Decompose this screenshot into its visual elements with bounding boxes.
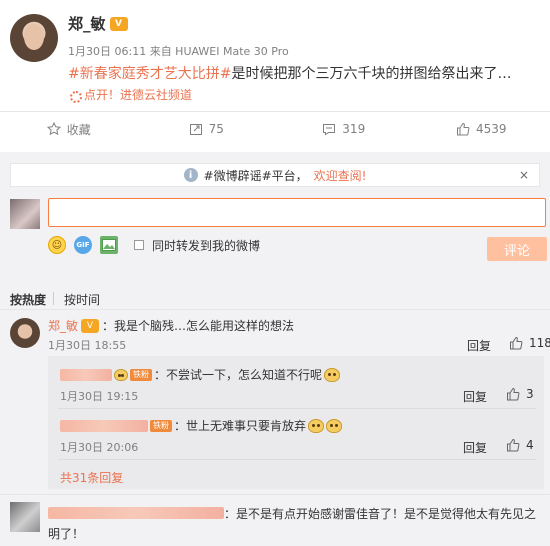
forward-checkbox[interactable]	[134, 240, 144, 250]
post-author-name[interactable]: 郑_敏	[68, 13, 106, 34]
notice-link[interactable]: 欢迎查阅!	[314, 167, 367, 184]
post-hashtag[interactable]: #新春家庭秀才艺大比拼#	[68, 66, 231, 82]
commenter-name[interactable]: 郑_敏	[48, 317, 78, 334]
vip-badge-icon: V	[81, 318, 100, 333]
forward-button[interactable]: 75	[138, 122, 276, 136]
current-user-avatar	[10, 199, 40, 229]
composer-toolbar: ☺ GIF 同时转发到我的微博	[48, 236, 260, 254]
commenter-avatar[interactable]	[10, 502, 40, 532]
post-meta: 1月30日 06:11 来自 HUAWEI Mate 30 Pro	[68, 45, 289, 58]
post-location-link[interactable]: 点开！进德云社频道	[68, 86, 192, 103]
sub-reply-line: 铁粉 ：世上无难事只要肯放弃	[60, 417, 343, 434]
close-icon[interactable]: ×	[519, 168, 529, 182]
post-body: #新春家庭秀才艺大比拼#是时候把那个三万六千块的拼图给祭出来了…	[68, 63, 511, 83]
favorite-label: 收藏	[66, 122, 91, 137]
divider	[58, 408, 536, 409]
sub-reply-author[interactable]	[60, 419, 148, 432]
fan-level-badge: 铁粉	[130, 368, 152, 381]
sub-reply-like-count: 4	[526, 438, 534, 452]
comment-input[interactable]	[49, 199, 545, 226]
forward-count: 75	[208, 122, 224, 136]
location-icon	[68, 89, 82, 103]
sort-separator	[53, 292, 54, 305]
forward-icon	[189, 124, 202, 135]
forward-checkbox-label[interactable]: 同时转发到我的微博	[152, 237, 260, 254]
thumbs-up-icon	[510, 336, 523, 350]
reply-button[interactable]: 回复	[467, 337, 491, 354]
gif-icon[interactable]: GIF	[74, 236, 92, 254]
divider	[58, 459, 536, 460]
tab-sort-time[interactable]: 按时间	[64, 291, 100, 308]
sub-reply-text: ：世上无难事只要肯放弃	[174, 419, 307, 433]
rumor-notice-bar: i #微博辟谣#平台， 欢迎查阅! ×	[10, 163, 540, 187]
emoji-icon[interactable]: ☺	[48, 236, 66, 254]
fan-level-badge: 铁粉	[150, 419, 172, 432]
sub-reply-author[interactable]	[60, 368, 112, 381]
comment-line: ：是不是有点开始感谢雷佳音了！是不是觉得他太有先见之明了！	[48, 504, 542, 544]
favorite-button[interactable]: 收藏	[0, 121, 138, 138]
info-icon: i	[183, 168, 198, 182]
thumbs-up-icon	[507, 387, 520, 401]
doge-emoji-icon	[308, 418, 325, 433]
divider	[0, 309, 550, 310]
crown-icon	[114, 368, 128, 381]
sub-reply-time: 1月30日 20:06	[60, 441, 139, 454]
post-author[interactable]: 郑_敏 V	[68, 13, 128, 34]
tab-sort-hot[interactable]: 按热度	[10, 291, 46, 308]
submit-comment-button[interactable]: 评论	[487, 237, 547, 261]
sub-reply-like-button[interactable]: 3	[506, 387, 534, 401]
image-icon[interactable]	[100, 236, 118, 254]
comment-text: ：我是个脑残…怎么能用这样的想法	[102, 319, 295, 333]
star-icon	[46, 122, 61, 136]
thumbs-up-icon	[507, 438, 520, 452]
sub-reply-text: ：不尝试一下，怎么知道不行呢	[154, 368, 323, 382]
notice-text: #微博辟谣#平台，	[203, 168, 308, 183]
thumbs-up-icon	[456, 122, 470, 136]
more-replies-link[interactable]: 共31条回复	[60, 469, 123, 486]
picture-glyph	[102, 239, 116, 251]
comment-count: 319	[342, 122, 366, 136]
post-action-bar: 收藏 75 319 4539	[0, 112, 550, 146]
like-button[interactable]: 4539	[413, 122, 550, 136]
post-text: 是时候把那个三万六千块的拼图给祭出来了…	[231, 66, 512, 82]
sub-reply-like-button[interactable]: 4	[506, 438, 534, 452]
reply-button[interactable]: 回复	[463, 439, 487, 456]
author-avatar[interactable]	[10, 14, 58, 62]
sub-reply-line: 铁粉 ：不尝试一下，怎么知道不行呢	[60, 366, 341, 383]
doge-emoji-icon	[324, 367, 341, 382]
comment-time: 1月30日 18:55	[48, 339, 127, 352]
sub-reply-time: 1月30日 19:15	[60, 390, 139, 403]
comment-line: 郑_敏 V ：我是个脑残…怎么能用这样的想法	[48, 317, 294, 334]
comment-input-box[interactable]	[48, 198, 546, 227]
vip-badge-icon: V	[109, 16, 128, 31]
comment-like-count: 118	[529, 336, 550, 350]
comment-like-button[interactable]: 118	[509, 336, 550, 350]
post-location-label[interactable]: 点开！进德云社频道	[84, 86, 192, 103]
divider	[0, 494, 550, 495]
like-count: 4539	[475, 122, 507, 136]
doge-emoji-icon	[326, 418, 343, 433]
comment-button[interactable]: 319	[275, 122, 413, 136]
commenter-name[interactable]	[48, 507, 224, 519]
comment-icon	[323, 124, 336, 136]
reply-button[interactable]: 回复	[463, 388, 487, 405]
sub-reply-like-count: 3	[526, 387, 534, 401]
commenter-avatar[interactable]	[10, 318, 40, 348]
